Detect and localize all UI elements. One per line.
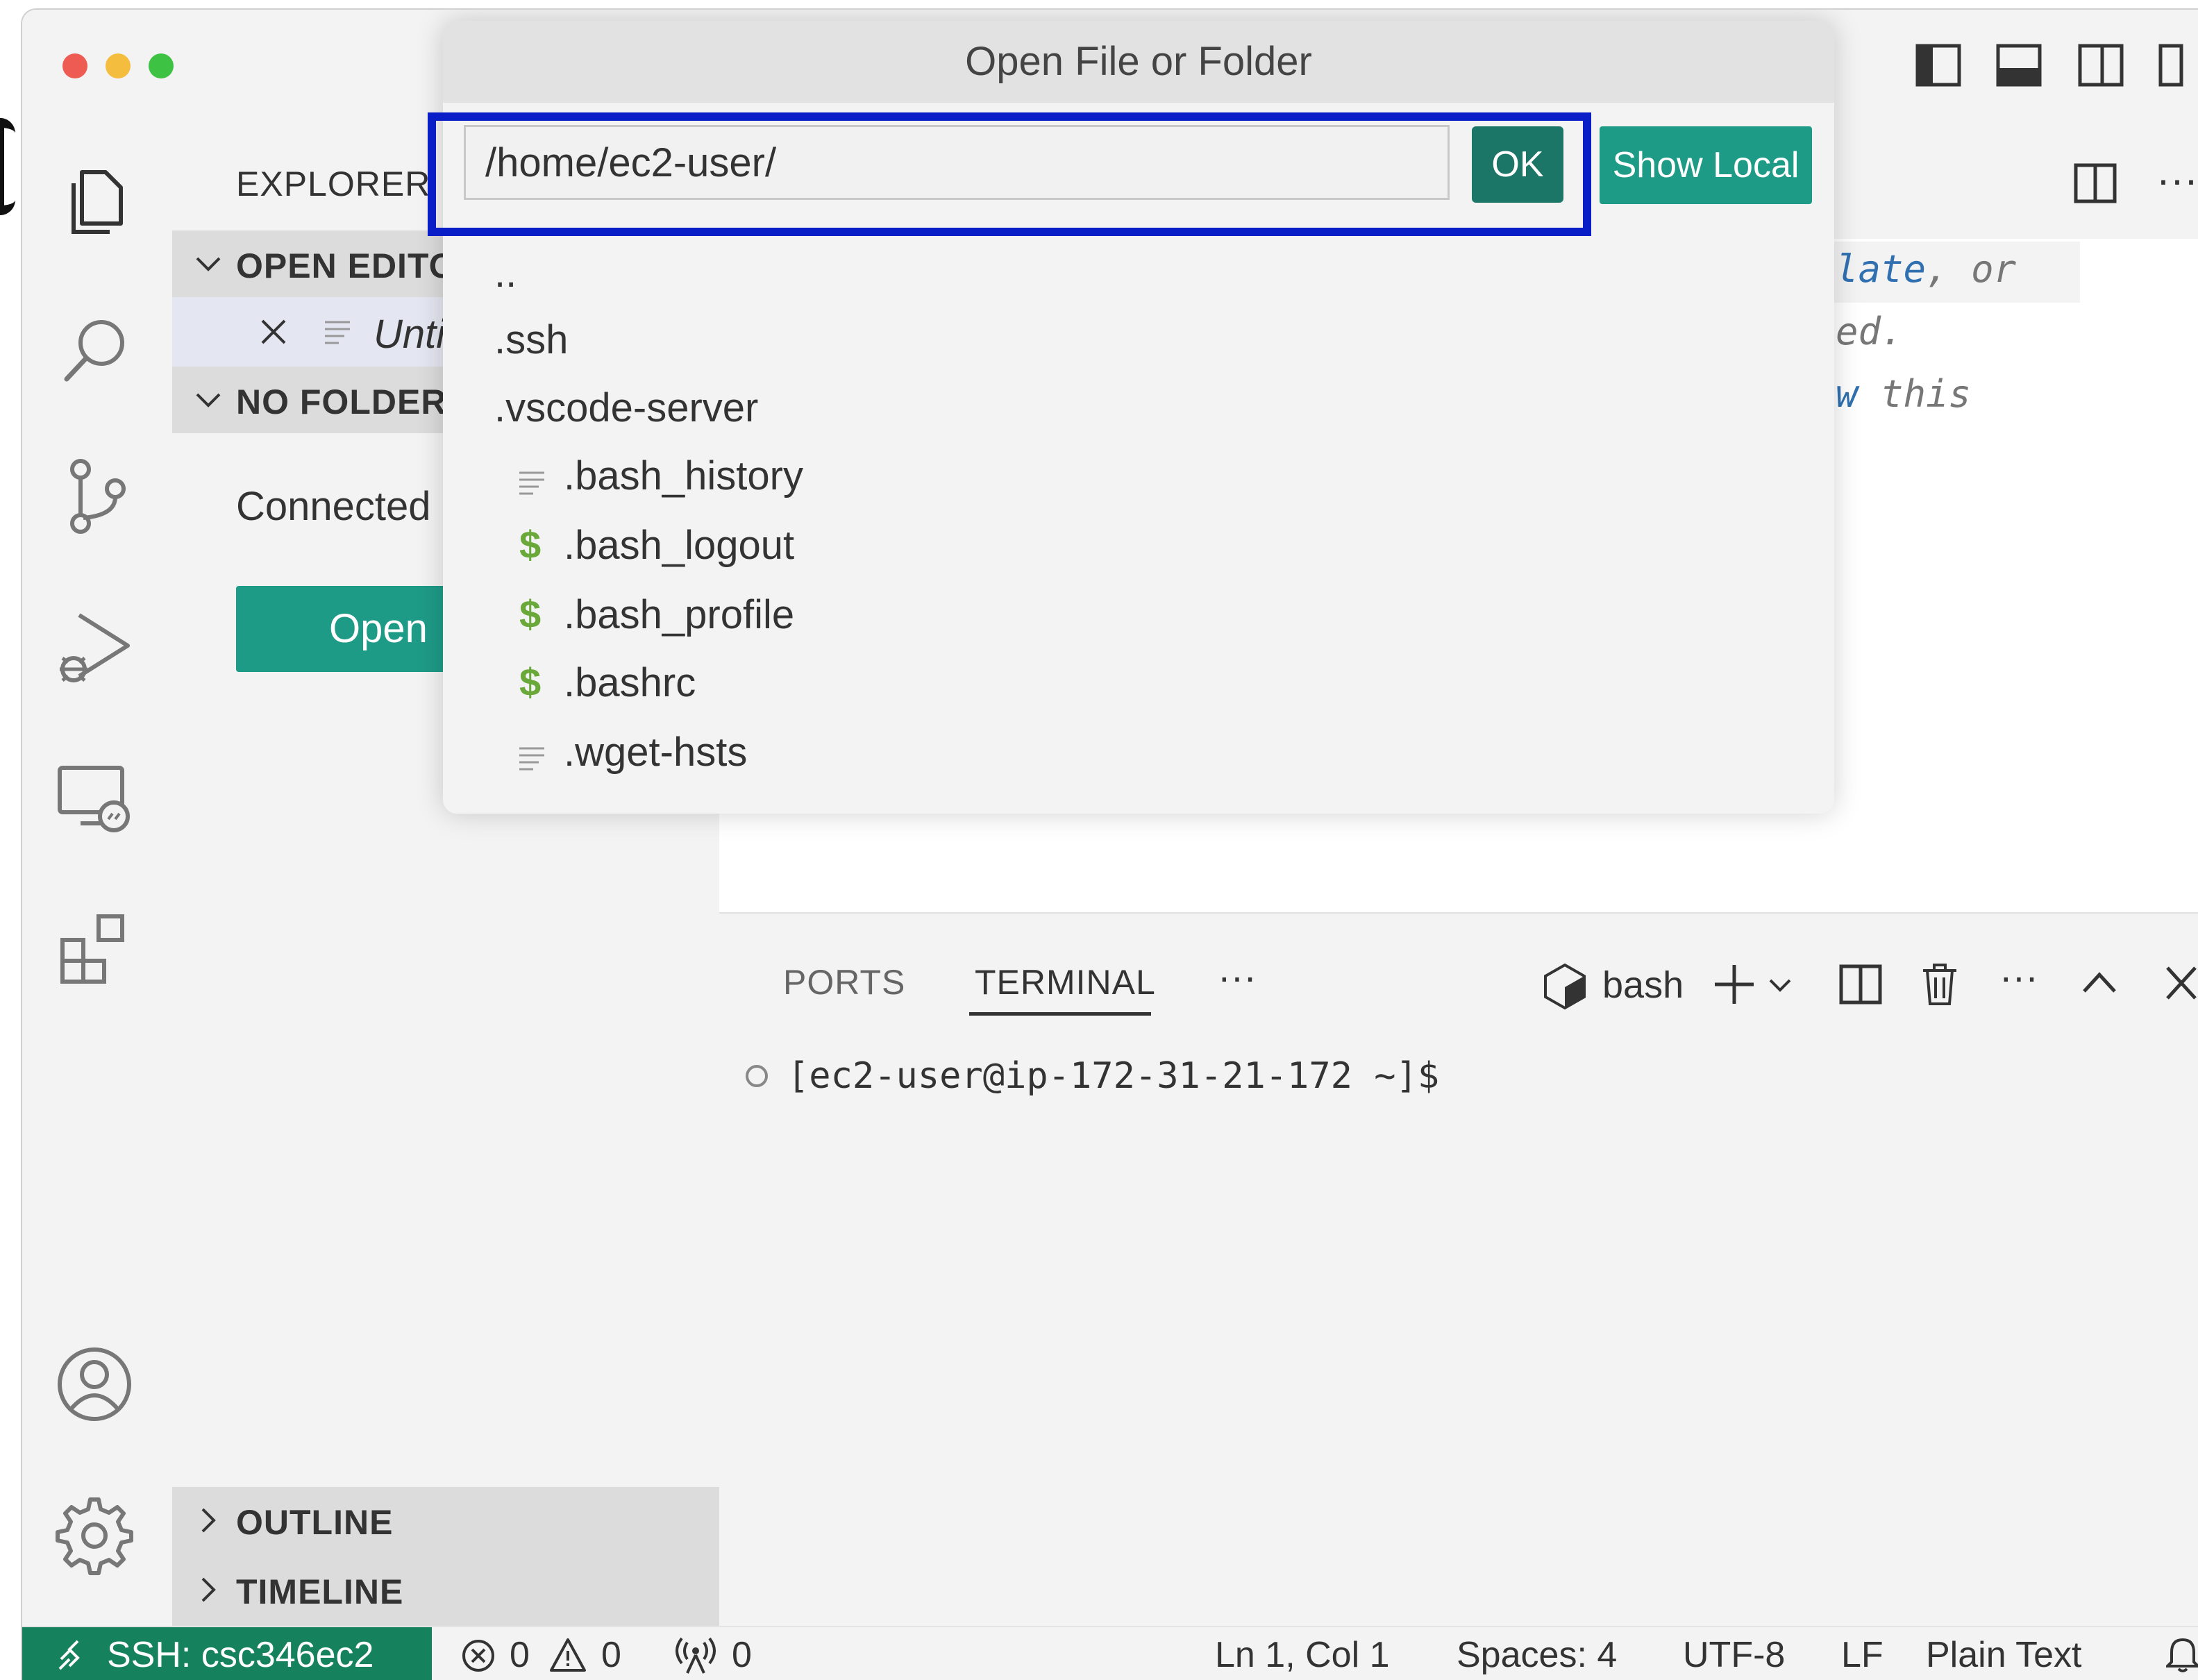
text-file-icon (519, 747, 544, 771)
list-item-bash-history[interactable]: .bash_history (564, 453, 803, 499)
remote-explorer-icon[interactable] (53, 755, 136, 839)
list-item-parent[interactable]: .. (494, 250, 517, 296)
warning-count[interactable]: 0 (601, 1634, 621, 1676)
extensions-icon[interactable] (53, 905, 136, 989)
end-of-line[interactable]: LF (1841, 1634, 1884, 1676)
show-local-button[interactable]: Show Local (1600, 126, 1812, 204)
language-mode[interactable]: Plain Text (1926, 1634, 2082, 1676)
kill-terminal-trash-icon[interactable] (1920, 961, 1959, 1007)
source-control-icon[interactable] (53, 454, 136, 537)
run-and-debug-icon[interactable] (53, 605, 136, 689)
dollar-icon: $ (519, 592, 542, 636)
active-tab-underline (969, 1012, 1151, 1016)
terminal-prompt[interactable]: [ec2-user@ip-172-31-21-172 ~]$ (787, 1055, 1439, 1097)
terminal-shell-icon (1544, 963, 1586, 1010)
timeline-label: TIMELINE (236, 1572, 404, 1611)
path-input[interactable] (464, 125, 1450, 200)
editor-text: , or (1926, 247, 2017, 291)
ok-button-label: OK (1491, 144, 1544, 185)
chevron-down-icon (196, 393, 221, 408)
outline-header[interactable]: OUTLINE (172, 1487, 719, 1556)
editor-keyword: late (1836, 247, 1927, 291)
manage-gear-icon[interactable] (53, 1494, 136, 1577)
forwarded-ports-antenna-icon[interactable] (675, 1636, 716, 1674)
open-file-or-folder-dialog: Open File or Folder OK Show Local .. .ss… (428, 21, 1834, 814)
list-item-ssh[interactable]: .ssh (494, 317, 568, 363)
chevron-right-icon (201, 1577, 216, 1602)
split-editor-icon[interactable] (2073, 161, 2117, 205)
toggle-secondary-sidebar-icon[interactable] (2077, 42, 2124, 89)
toggle-panel-icon[interactable] (1995, 42, 2042, 89)
indentation[interactable]: Spaces: 4 (1457, 1634, 1617, 1676)
text-file-icon (519, 471, 544, 495)
terminal-status-circle-icon (746, 1065, 768, 1087)
explorer-icon[interactable] (53, 158, 136, 242)
forwarded-ports-count[interactable]: 0 (732, 1634, 752, 1676)
warning-icon[interactable] (548, 1637, 587, 1673)
file-encoding[interactable]: UTF-8 (1683, 1634, 1785, 1676)
dollar-icon: $ (519, 660, 542, 704)
bottom-panel: PORTS TERMINAL ··· bash ··· [ec2-user@ip… (719, 912, 2198, 1627)
close-window-button[interactable] (62, 53, 87, 78)
list-item-bash-profile[interactable]: .bash_profile (564, 591, 794, 638)
editor-line-1: late, or (1836, 247, 2016, 291)
outline-label: OUTLINE (236, 1503, 394, 1542)
vscode-window: EXPLORER OPEN EDITO Unti NO FOLDER Conne… (21, 8, 2198, 1680)
remote-indicator[interactable]: SSH: csc346ec2 (22, 1627, 432, 1680)
terminal-shell-name[interactable]: bash (1602, 964, 1684, 1007)
panel-more-actions-icon[interactable]: ··· (1999, 954, 2038, 999)
editor-keyword: w (1836, 372, 1859, 416)
new-terminal-icon[interactable] (1712, 962, 1756, 1007)
terminal-dropdown-chevron-icon[interactable] (1768, 975, 1793, 996)
minimize-window-button[interactable] (106, 53, 131, 78)
activity-bar (22, 128, 172, 1626)
status-bar: SSH: csc346ec2 0 0 0 Ln 1, Col 1 Spaces:… (22, 1626, 2198, 1680)
split-terminal-icon[interactable] (1838, 962, 1883, 1007)
ssh-host-label: SSH: csc346ec2 (107, 1635, 374, 1675)
timeline-header[interactable]: TIMELINE (172, 1556, 719, 1626)
remote-icon (58, 1640, 80, 1670)
accounts-icon[interactable] (53, 1343, 136, 1426)
tab-terminal[interactable]: TERMINAL (975, 962, 1156, 1002)
close-panel-icon[interactable] (2163, 964, 2198, 1002)
open-editors-label: OPEN EDITO (236, 246, 457, 285)
editor-more-actions-icon[interactable]: ··· (2156, 156, 2198, 203)
chevron-right-icon (201, 1508, 216, 1533)
zoom-window-button[interactable] (149, 53, 174, 78)
list-item-bash-logout[interactable]: .bash_logout (564, 522, 794, 569)
dialog-title: Open File or Folder (443, 21, 1834, 103)
error-icon[interactable] (461, 1638, 496, 1673)
chevron-down-icon (196, 257, 221, 271)
toggle-primary-sidebar-icon[interactable] (1915, 42, 1962, 89)
text-file-icon (325, 321, 350, 344)
connected-message: Connected (236, 484, 431, 529)
notifications-bell-icon[interactable] (2166, 1637, 2198, 1673)
list-item-wget-hsts[interactable]: .wget-hsts (564, 729, 747, 775)
open-folder-button-label: Open (329, 606, 428, 651)
tab-ports[interactable]: PORTS (783, 962, 905, 1002)
sidebar-title: EXPLORER (236, 165, 431, 203)
no-folder-label: NO FOLDER (236, 383, 447, 421)
editor-text: this (1858, 372, 1972, 416)
error-count[interactable]: 0 (510, 1634, 530, 1676)
maximize-panel-chevron-up-icon[interactable] (2081, 969, 2117, 997)
panel-more-tabs[interactable]: ··· (1218, 954, 1257, 999)
open-editor-filename: Unti (374, 312, 446, 357)
close-editor-icon[interactable] (257, 315, 290, 348)
background-letter-fragment (0, 118, 15, 215)
ok-button[interactable]: OK (1472, 126, 1563, 203)
editor-line-2: ed. (1836, 310, 1904, 353)
search-icon[interactable] (53, 310, 136, 393)
list-item-vscode-server[interactable]: .vscode-server (494, 385, 758, 431)
show-local-button-label: Show Local (1612, 145, 1799, 185)
list-item-bashrc[interactable]: .bashrc (564, 660, 696, 706)
customize-layout-icon[interactable] (2158, 42, 2198, 89)
dollar-icon: $ (519, 523, 542, 566)
editor-line-3: w this (1836, 372, 1971, 416)
cursor-position[interactable]: Ln 1, Col 1 (1215, 1634, 1390, 1676)
